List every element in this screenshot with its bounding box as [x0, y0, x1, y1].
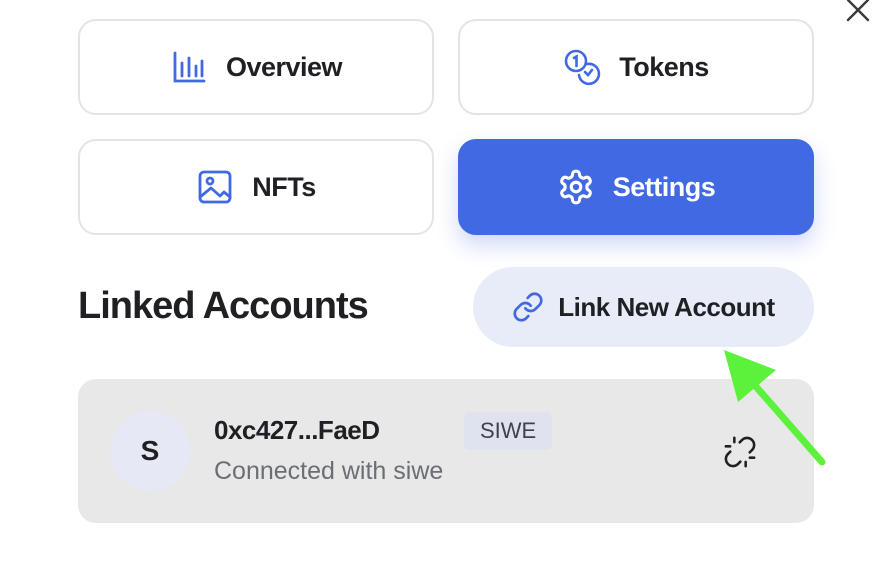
nfts-tab[interactable]: NFTs — [78, 139, 434, 235]
unlink-account-button[interactable] — [722, 434, 758, 470]
link-icon — [512, 291, 544, 323]
overview-label: Overview — [225, 51, 343, 82]
coins-icon — [563, 48, 601, 86]
unlink-icon — [724, 436, 756, 468]
linked-account-card: S 0xc427...FaeD SIWE Connected with siwe — [78, 379, 814, 523]
overview-tab[interactable]: Overview — [78, 19, 434, 115]
settings-tab[interactable]: Settings — [458, 139, 814, 235]
link-new-account-button[interactable]: Link New Account — [473, 267, 814, 347]
account-connection-text: Connected with siwe — [214, 457, 444, 485]
account-address: 0xc427...FaeD — [214, 415, 380, 445]
tokens-tab[interactable]: Tokens — [458, 19, 814, 115]
auth-method-badge: SIWE — [464, 412, 553, 450]
close-button[interactable] — [844, 0, 872, 24]
close-icon — [846, 0, 870, 22]
link-new-account-label: Link New Account — [558, 291, 775, 322]
nfts-label: NFTs — [252, 171, 316, 202]
avatar: S — [110, 411, 190, 491]
bar-chart-icon — [170, 48, 208, 86]
gear-icon — [557, 168, 595, 206]
linked-accounts-title: Linked Accounts — [78, 285, 369, 327]
image-icon — [196, 168, 234, 206]
settings-label: Settings — [612, 171, 716, 202]
settings-panel: Overview Tokens NFTs Settings Linked Acc… — [0, 0, 890, 562]
tokens-label: Tokens — [619, 51, 709, 82]
